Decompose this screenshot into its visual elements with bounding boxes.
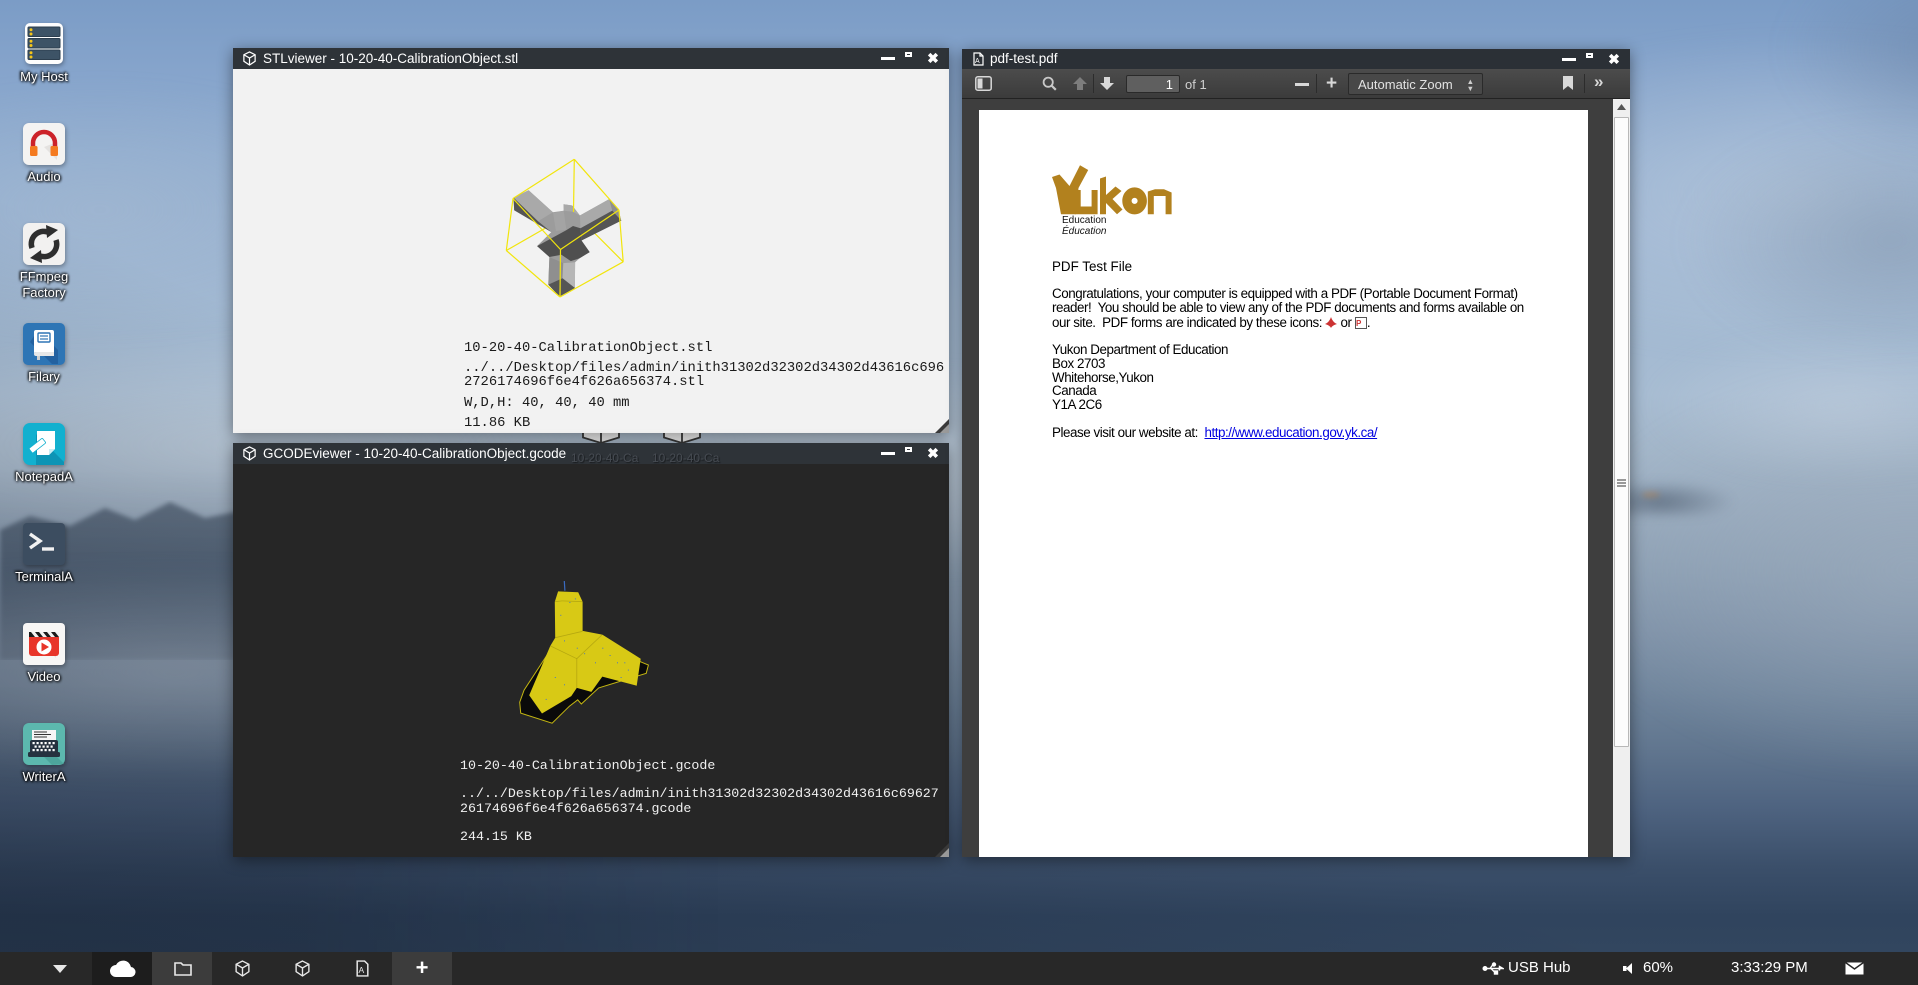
svg-text:A: A bbox=[975, 58, 980, 65]
svg-text:Education: Education bbox=[1062, 215, 1106, 226]
svg-text:Éducation: Éducation bbox=[1062, 224, 1107, 237]
svg-text:A: A bbox=[358, 965, 364, 975]
